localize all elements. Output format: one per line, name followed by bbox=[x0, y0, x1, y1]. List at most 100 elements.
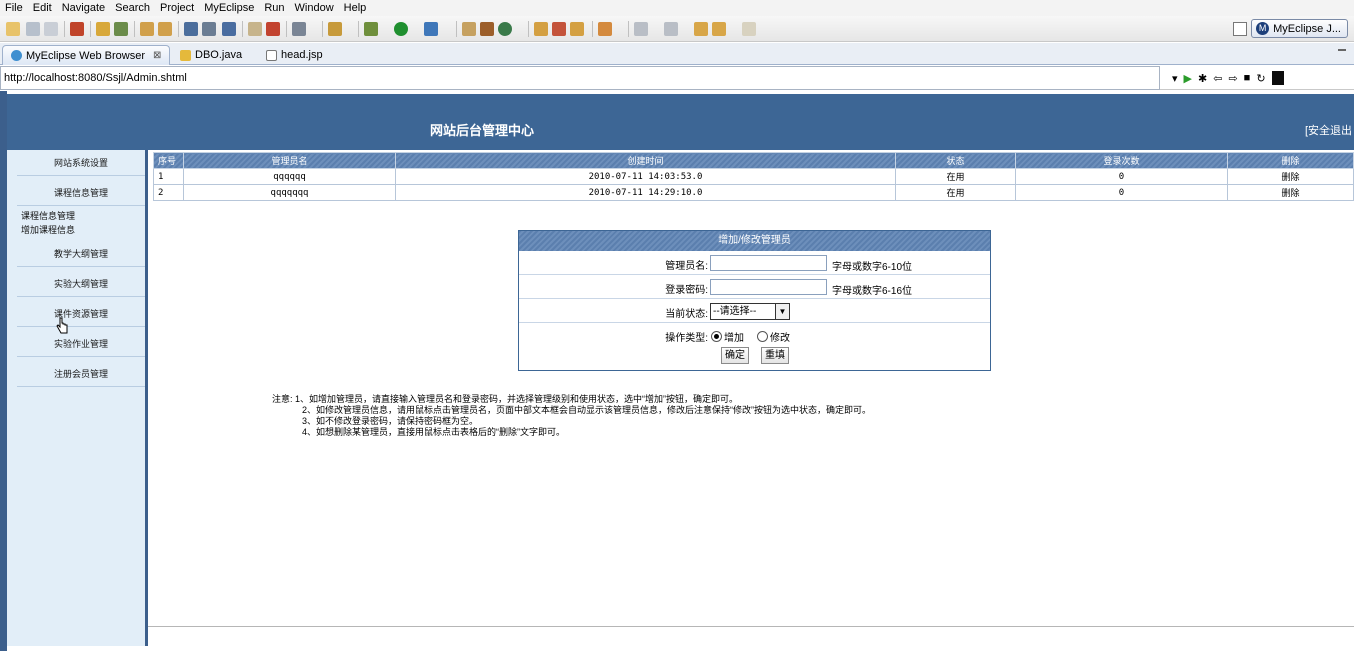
bookmark-icon[interactable]: ✱ bbox=[1198, 72, 1207, 85]
radio-add[interactable]: 增加 bbox=[711, 329, 744, 344]
tab-head-jsp-label: head.jsp bbox=[281, 49, 323, 61]
folder2-icon[interactable] bbox=[570, 22, 584, 36]
last-edit-icon[interactable] bbox=[694, 22, 708, 36]
cell-admin-name[interactable]: qqqqqq bbox=[183, 168, 396, 185]
logout-link[interactable]: [安全退出 bbox=[1305, 122, 1352, 138]
radio-edit[interactable]: 修改 bbox=[757, 329, 790, 344]
deploy-icon[interactable] bbox=[184, 22, 198, 36]
hand-cursor-icon bbox=[56, 317, 68, 334]
tab-head-jsp[interactable]: head.jsp bbox=[258, 45, 331, 65]
cell-created: 2010-07-11 14:03:53.0 bbox=[395, 168, 896, 185]
sidebar-item-lab-homework[interactable]: 实验作业管理 bbox=[17, 331, 145, 357]
tools-icon[interactable] bbox=[328, 22, 342, 36]
perspective-button[interactable]: M MyEclipse J... bbox=[1251, 19, 1348, 38]
menu-run[interactable]: Run bbox=[259, 2, 289, 14]
new-file-icon[interactable] bbox=[6, 22, 20, 36]
pencil-icon[interactable] bbox=[552, 22, 566, 36]
package-icon[interactable] bbox=[70, 22, 84, 36]
web-icon[interactable] bbox=[222, 22, 236, 36]
form-row-status: 当前状态: --请选择-- ▼ bbox=[519, 300, 990, 323]
form-title: 增加/修改管理员 bbox=[519, 231, 990, 251]
sidebar-item-course-management[interactable]: 课程信息管理 bbox=[17, 180, 145, 206]
menu-edit[interactable]: Edit bbox=[28, 2, 57, 14]
prev-annotation-icon[interactable] bbox=[664, 22, 678, 36]
stop-icon[interactable]: ■ bbox=[1244, 72, 1251, 84]
site-title: 网站后台管理中心 bbox=[430, 124, 535, 139]
sidebar-item-syllabus[interactable]: 教学大纲管理 bbox=[17, 241, 145, 267]
ide-toolbar: M MyEclipse J... bbox=[0, 16, 1354, 42]
radio-add-dot[interactable] bbox=[711, 331, 722, 342]
wizard-icon[interactable] bbox=[140, 22, 154, 36]
menu-help[interactable]: Help bbox=[339, 2, 372, 14]
server-icon[interactable] bbox=[114, 22, 128, 36]
url-input[interactable] bbox=[0, 66, 1160, 90]
menu-window[interactable]: Window bbox=[290, 2, 339, 14]
table-row: 2 qqqqqqq 2010-07-11 14:29:10.0 在用 0 删除 bbox=[153, 184, 1354, 201]
back-icon[interactable] bbox=[712, 22, 726, 36]
sidebar-item-courseware[interactable]: 课件资源管理 bbox=[17, 301, 145, 327]
task-icon[interactable] bbox=[598, 22, 612, 36]
image-icon[interactable] bbox=[292, 22, 306, 36]
java-file-icon bbox=[180, 49, 191, 61]
open-type-icon[interactable] bbox=[462, 22, 476, 36]
password-hint: 字母或数字6-16位 bbox=[832, 286, 913, 297]
minimize-icon[interactable] bbox=[1338, 49, 1346, 51]
admin-name-input[interactable] bbox=[710, 255, 827, 271]
forward-arrow-icon[interactable]: ⇨ bbox=[1228, 72, 1237, 85]
radio-edit-label: 修改 bbox=[770, 333, 790, 344]
close-icon[interactable]: ⊠ bbox=[153, 50, 161, 61]
print-icon[interactable] bbox=[44, 22, 58, 36]
back-arrow-icon[interactable]: ⇦ bbox=[1213, 72, 1222, 85]
deploy2-icon[interactable] bbox=[202, 22, 216, 36]
wizard2-icon[interactable] bbox=[158, 22, 172, 36]
next-annotation-icon[interactable] bbox=[634, 22, 648, 36]
menu-navigate[interactable]: Navigate bbox=[57, 2, 110, 14]
bug-icon[interactable] bbox=[96, 22, 110, 36]
refresh-icon[interactable]: ↻ bbox=[1256, 72, 1265, 85]
sidebar-item-members[interactable]: 注册会员管理 bbox=[17, 361, 145, 387]
table-row: 1 qqqqqq 2010-07-11 14:03:53.0 在用 0 删除 bbox=[153, 168, 1354, 185]
go-icon[interactable]: ▶ bbox=[1184, 72, 1192, 85]
browser-address-bar: ▾ ▶ ✱ ⇦ ⇨ ■ ↻ bbox=[0, 66, 1354, 90]
status-select[interactable]: --请选择-- ▼ bbox=[710, 303, 790, 320]
radio-edit-dot[interactable] bbox=[757, 331, 768, 342]
sidebar-item-lab-syllabus[interactable]: 实验大纲管理 bbox=[17, 271, 145, 297]
form-row-password: 登录密码: 字母或数字6-16位 bbox=[519, 276, 990, 299]
debug-icon[interactable] bbox=[364, 22, 378, 36]
cell-admin-name[interactable]: qqqqqqq bbox=[183, 184, 396, 201]
confirm-button[interactable]: 确定 bbox=[721, 347, 749, 364]
save-icon[interactable] bbox=[26, 22, 40, 36]
external-tools-icon[interactable] bbox=[424, 22, 438, 36]
tab-web-browser[interactable]: MyEclipse Web Browser ⊠ bbox=[2, 45, 171, 65]
status-select-value: --请选择-- bbox=[713, 306, 757, 317]
menu-file[interactable]: File bbox=[0, 2, 28, 14]
sidebar-subitem-add-course[interactable]: 增加课程信息 bbox=[21, 223, 75, 236]
menu-search[interactable]: Search bbox=[110, 2, 155, 14]
edit-icon[interactable] bbox=[248, 22, 262, 36]
menu-myeclipse[interactable]: MyEclipse bbox=[199, 2, 259, 14]
menu-project[interactable]: Project bbox=[155, 2, 199, 14]
run-icon[interactable] bbox=[394, 22, 408, 36]
col-created: 创建时间 bbox=[395, 152, 896, 169]
forward-icon[interactable] bbox=[742, 22, 756, 36]
password-input[interactable] bbox=[710, 279, 827, 295]
url-dropdown-icon[interactable]: ▾ bbox=[1172, 72, 1178, 85]
cell-status: 在用 bbox=[895, 184, 1016, 201]
sidebar-subitem-course-management[interactable]: 课程信息管理 bbox=[21, 209, 75, 222]
reset-button[interactable]: 重填 bbox=[761, 347, 789, 364]
folder-icon[interactable] bbox=[534, 22, 548, 36]
sidebar-item-site-settings[interactable]: 网站系统设置 bbox=[17, 150, 145, 176]
col-index: 序号 bbox=[153, 152, 184, 169]
delete-link[interactable]: 删除 bbox=[1227, 184, 1354, 201]
open-perspective-icon[interactable] bbox=[1233, 21, 1248, 36]
hierarchy-icon[interactable] bbox=[480, 22, 494, 36]
delete-link[interactable]: 删除 bbox=[1227, 168, 1354, 185]
search-web-icon[interactable] bbox=[498, 22, 512, 36]
tab-dbo-java[interactable]: DBO.java bbox=[172, 45, 250, 65]
perspective-label: MyEclipse J... bbox=[1273, 22, 1341, 35]
view-source-icon[interactable] bbox=[1271, 71, 1284, 85]
flag-icon[interactable] bbox=[266, 22, 280, 36]
cell-login-count: 0 bbox=[1015, 184, 1228, 201]
col-admin-name: 管理员名 bbox=[183, 152, 396, 169]
note-line: 2、如修改管理员信息，请用鼠标点击管理员名，页面中部文本框会自动显示该管理员信息… bbox=[302, 405, 872, 415]
